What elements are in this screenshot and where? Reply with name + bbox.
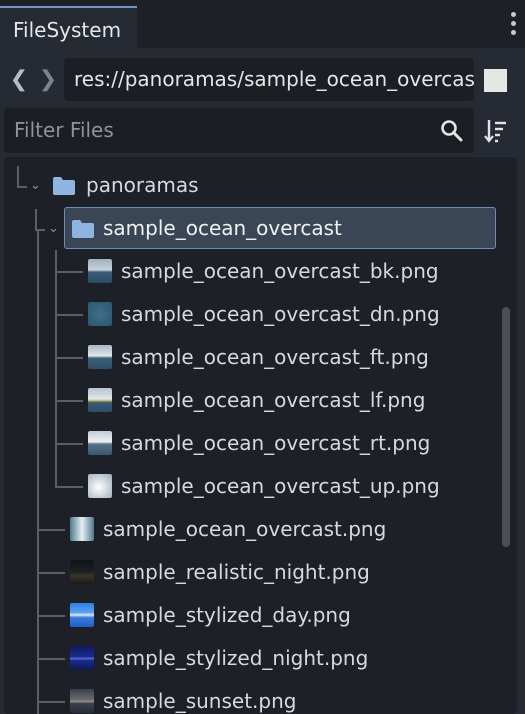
sort-icon[interactable] (484, 118, 508, 144)
back-icon[interactable]: ❮ (9, 66, 29, 94)
folder-label: sample_ocean_overcast (103, 216, 342, 240)
file-label: sample_ocean_overcast_lf.png (121, 388, 426, 412)
tree-item-panoramas[interactable]: ⌄ panoramas (0, 165, 495, 205)
folder-label: panoramas (86, 173, 199, 197)
file-label: sample_stylized_night.png (103, 646, 369, 670)
file-label: sample_ocean_overcast_bk.png (121, 259, 439, 283)
image-thumbnail-icon (70, 689, 94, 713)
filter-placeholder: Filter Files (14, 118, 114, 142)
tab-bar: FileSystem (0, 0, 525, 48)
file-label: sample_realistic_night.png (103, 560, 370, 584)
favorite-toggle-icon[interactable] (484, 69, 507, 92)
image-thumbnail-icon (70, 560, 94, 584)
filter-input[interactable]: Filter Files (4, 108, 474, 153)
image-thumbnail-icon (70, 517, 94, 541)
tree-item-file[interactable]: sample_ocean_overcast_ft.png (0, 337, 495, 377)
tab-filesystem[interactable]: FileSystem (0, 6, 137, 48)
tab-label: FileSystem (13, 18, 122, 42)
chevron-down-icon[interactable]: ⌄ (48, 222, 60, 235)
file-label: sample_ocean_overcast_ft.png (121, 345, 429, 369)
tree-scrollbar[interactable] (502, 307, 510, 547)
image-thumbnail-icon (88, 345, 112, 369)
tree-item-file[interactable]: sample_ocean_overcast.png (0, 509, 495, 549)
tree-item-file[interactable]: sample_sunset.png (0, 681, 495, 714)
chevron-down-icon[interactable]: ⌄ (30, 179, 42, 192)
image-thumbnail-icon (88, 474, 112, 498)
tree-item-file[interactable]: sample_stylized_day.png (0, 595, 495, 635)
file-label: sample_ocean_overcast_up.png (121, 474, 440, 498)
path-input[interactable]: res://panoramas/sample_ocean_overcast (64, 58, 474, 101)
tree-item-file[interactable]: sample_ocean_overcast_up.png (0, 466, 495, 506)
image-thumbnail-icon (88, 388, 112, 412)
file-label: sample_ocean_overcast_dn.png (121, 302, 440, 326)
search-icon[interactable] (440, 119, 464, 143)
file-label: sample_sunset.png (103, 689, 297, 713)
image-thumbnail-icon (88, 302, 112, 326)
tree-item-file[interactable]: sample_ocean_overcast_rt.png (0, 423, 495, 463)
file-label: sample_stylized_day.png (103, 603, 351, 627)
file-label: sample_ocean_overcast.png (103, 517, 387, 541)
more-options-icon[interactable] (511, 12, 517, 38)
image-thumbnail-icon (70, 603, 94, 627)
folder-icon (72, 220, 94, 238)
tree-item-file[interactable]: sample_ocean_overcast_bk.png (0, 251, 495, 291)
filesystem-dock: FileSystem ❮ ❯ res://panoramas/sample_oc… (0, 0, 525, 714)
path-value: res://panoramas/sample_ocean_overcast (74, 67, 474, 91)
file-label: sample_ocean_overcast_rt.png (121, 431, 431, 455)
tree-item-file[interactable]: sample_ocean_overcast_lf.png (0, 380, 495, 420)
tree-item-file[interactable]: sample_ocean_overcast_dn.png (0, 294, 495, 334)
image-thumbnail-icon (88, 259, 112, 283)
tree-item-sample-ocean-overcast[interactable]: ⌄ sample_ocean_overcast (0, 208, 495, 248)
forward-icon[interactable]: ❯ (38, 66, 58, 94)
tree-item-file[interactable]: sample_realistic_night.png (0, 552, 495, 592)
tree-item-file[interactable]: sample_stylized_night.png (0, 638, 495, 678)
image-thumbnail-icon (88, 431, 112, 455)
folder-icon (53, 177, 75, 195)
image-thumbnail-icon (70, 646, 94, 670)
